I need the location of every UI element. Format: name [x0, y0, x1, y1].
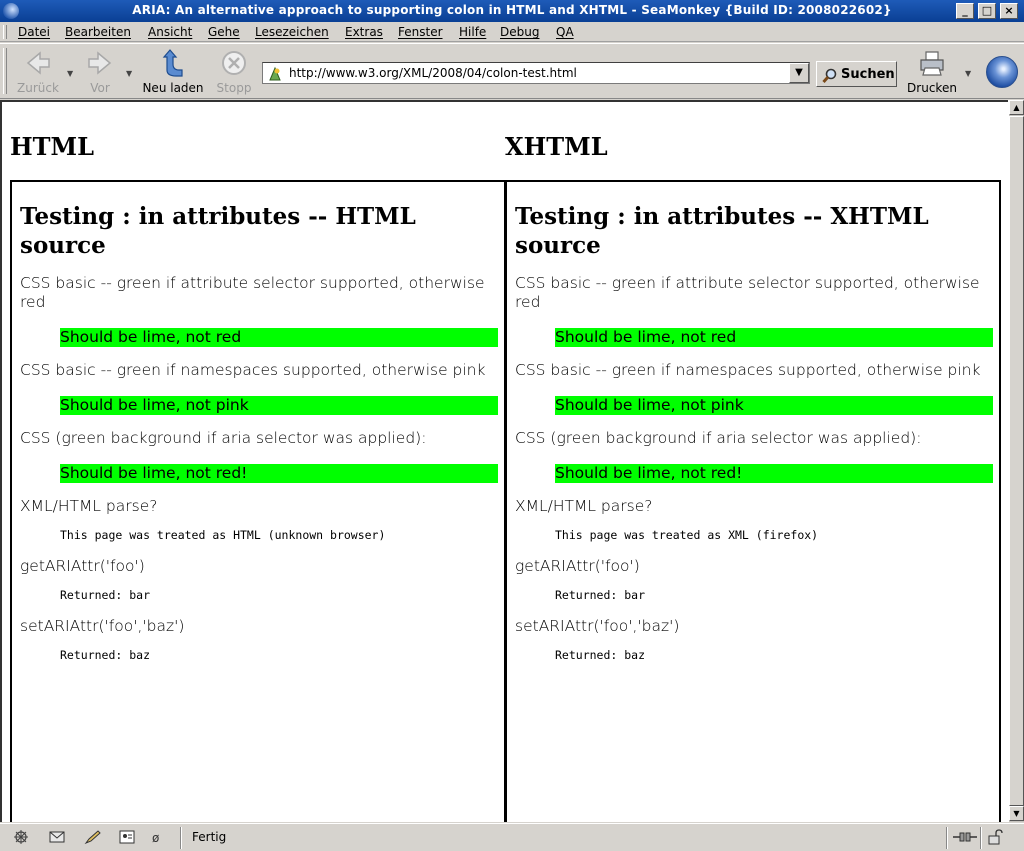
status-text: Fertig	[192, 830, 227, 844]
html-lime-box-2: Should be lime, not pink	[60, 396, 498, 415]
reload-label: Neu laden	[142, 81, 204, 95]
menu-lesezeichen[interactable]: Lesezeichen	[255, 25, 329, 39]
navigator-icon[interactable]	[12, 829, 30, 845]
html-lime-box-1: Should be lime, not red	[60, 328, 498, 347]
html-parse-result: This page was treated as HTML (unknown b…	[60, 528, 386, 542]
xhtml-css-basic-text: CSS basic -- green if attribute selector…	[515, 274, 980, 311]
scroll-down-icon[interactable]: ▼	[1009, 806, 1024, 821]
xhtml-css-ns-text: CSS basic -- green if namespaces support…	[515, 361, 981, 379]
url-dropdown-icon[interactable]: ▼	[789, 63, 809, 83]
composer-icon[interactable]	[84, 829, 102, 845]
reload-icon	[162, 49, 183, 77]
toolbar-grip[interactable]	[3, 48, 7, 94]
back-arrow-icon	[26, 51, 50, 75]
page-content: HTML XHTML Testing : in attributes -- HT…	[0, 100, 1008, 822]
status-separator-right	[946, 827, 948, 849]
status-separator-lock	[980, 827, 982, 849]
chat-icon[interactable]: ø	[150, 829, 168, 845]
html-css-aria-text: CSS (green background if aria selector w…	[20, 429, 427, 447]
print-dropdown-icon[interactable]: ▼	[965, 69, 971, 78]
stop-label: Stopp	[216, 81, 252, 95]
html-page-title: Testing : in attributes -- HTML source	[20, 203, 416, 259]
xhtml-get-result: Returned: bar	[555, 588, 646, 602]
window-title: ARIA: An alternative approach to support…	[132, 3, 892, 17]
html-set-result: Returned: baz	[60, 648, 151, 662]
html-parse-label: XML/HTML parse?	[20, 497, 158, 515]
xhtml-set-label: setARIAttr('foo','baz')	[515, 617, 680, 635]
security-lock-icon[interactable]	[986, 829, 1004, 845]
print-button[interactable]: Drucken	[903, 48, 961, 95]
xhtml-lime-box-1: Should be lime, not red	[555, 328, 993, 347]
menu-gehe[interactable]: Gehe	[208, 25, 240, 39]
scroll-thumb[interactable]	[1009, 116, 1024, 806]
stop-icon	[222, 51, 246, 75]
online-status-icon[interactable]	[952, 829, 978, 845]
close-button[interactable]: ×	[1000, 3, 1018, 19]
xhtml-css-aria-text: CSS (green background if aria selector w…	[515, 429, 922, 447]
back-dropdown-icon[interactable]: ▼	[67, 69, 73, 78]
search-button[interactable]: Suchen	[816, 61, 897, 87]
navigation-toolbar: Zurück ▼ Vor ▼ Neu laden Stopp http://ww…	[0, 43, 1024, 99]
menu-fenster[interactable]: Fenster	[398, 25, 443, 39]
xhtml-parse-label: XML/HTML parse?	[515, 497, 653, 515]
scroll-up-icon[interactable]: ▲	[1009, 100, 1024, 115]
url-field[interactable]: http://www.w3.org/XML/2008/04/colon-test…	[262, 62, 810, 84]
html-css-basic-text: CSS basic -- green if attribute selector…	[20, 274, 485, 311]
status-bar: ø Fertig	[0, 823, 1024, 851]
forward-button[interactable]: Vor	[80, 48, 120, 95]
xhtml-get-label: getARIAttr('foo')	[515, 557, 640, 575]
back-button[interactable]: Zurück	[14, 48, 62, 95]
svg-text:ø: ø	[152, 831, 159, 845]
html-column-heading: HTML	[10, 132, 94, 161]
menu-datei[interactable]: Datei	[18, 25, 50, 39]
forward-label: Vor	[90, 81, 110, 95]
throbber-icon[interactable]	[986, 56, 1018, 88]
xhtml-parse-result: This page was treated as XML (firefox)	[555, 528, 819, 542]
address-book-icon[interactable]	[118, 829, 136, 845]
html-lime-box-3: Should be lime, not red!	[60, 464, 498, 483]
stop-button[interactable]: Stopp	[212, 48, 256, 95]
xhtml-page-title: Testing : in attributes -- XHTML source	[515, 203, 929, 259]
forward-arrow-icon	[88, 51, 112, 75]
page-favicon-icon	[269, 66, 281, 81]
maximize-button[interactable]: □	[978, 3, 996, 19]
menu-extras[interactable]: Extras	[345, 25, 383, 39]
xhtml-column-heading: XHTML	[505, 132, 608, 161]
menu-ansicht[interactable]: Ansicht	[148, 25, 192, 39]
xhtml-lime-box-2: Should be lime, not pink	[555, 396, 993, 415]
html-iframe[interactable]: Testing : in attributes -- HTML source C…	[10, 180, 506, 822]
menu-qa[interactable]: QA	[556, 25, 574, 39]
search-label: Suchen	[841, 67, 895, 82]
xhtml-iframe[interactable]: Testing : in attributes -- XHTML source …	[505, 180, 1001, 822]
menu-hilfe[interactable]: Hilfe	[459, 25, 486, 39]
minimize-button[interactable]: _	[956, 3, 974, 19]
vertical-scrollbar[interactable]: ▲ ▼	[1008, 100, 1024, 822]
browser-window: ARIA: An alternative approach to support…	[0, 0, 1024, 851]
xhtml-set-result: Returned: baz	[555, 648, 646, 662]
search-icon	[822, 68, 837, 84]
menubar-grip[interactable]	[3, 25, 7, 39]
menu-bearbeiten[interactable]: Bearbeiten	[65, 25, 131, 39]
url-text[interactable]: http://www.w3.org/XML/2008/04/colon-test…	[289, 66, 577, 80]
print-label: Drucken	[907, 81, 957, 95]
menu-bar: Datei Bearbeiten Ansicht Gehe Lesezeiche…	[0, 22, 1024, 42]
menu-debug[interactable]: Debug	[500, 25, 539, 39]
mail-icon[interactable]	[48, 829, 66, 845]
title-bar: ARIA: An alternative approach to support…	[0, 0, 1024, 22]
html-get-result: Returned: bar	[60, 588, 151, 602]
html-css-ns-text: CSS basic -- green if namespaces support…	[20, 361, 486, 379]
forward-dropdown-icon[interactable]: ▼	[126, 69, 132, 78]
html-set-label: setARIAttr('foo','baz')	[20, 617, 185, 635]
reload-button[interactable]: Neu laden	[140, 48, 206, 95]
status-separator	[180, 827, 182, 849]
html-get-label: getARIAttr('foo')	[20, 557, 145, 575]
xhtml-lime-box-3: Should be lime, not red!	[555, 464, 993, 483]
printer-icon	[920, 51, 944, 76]
back-label: Zurück	[17, 81, 59, 95]
